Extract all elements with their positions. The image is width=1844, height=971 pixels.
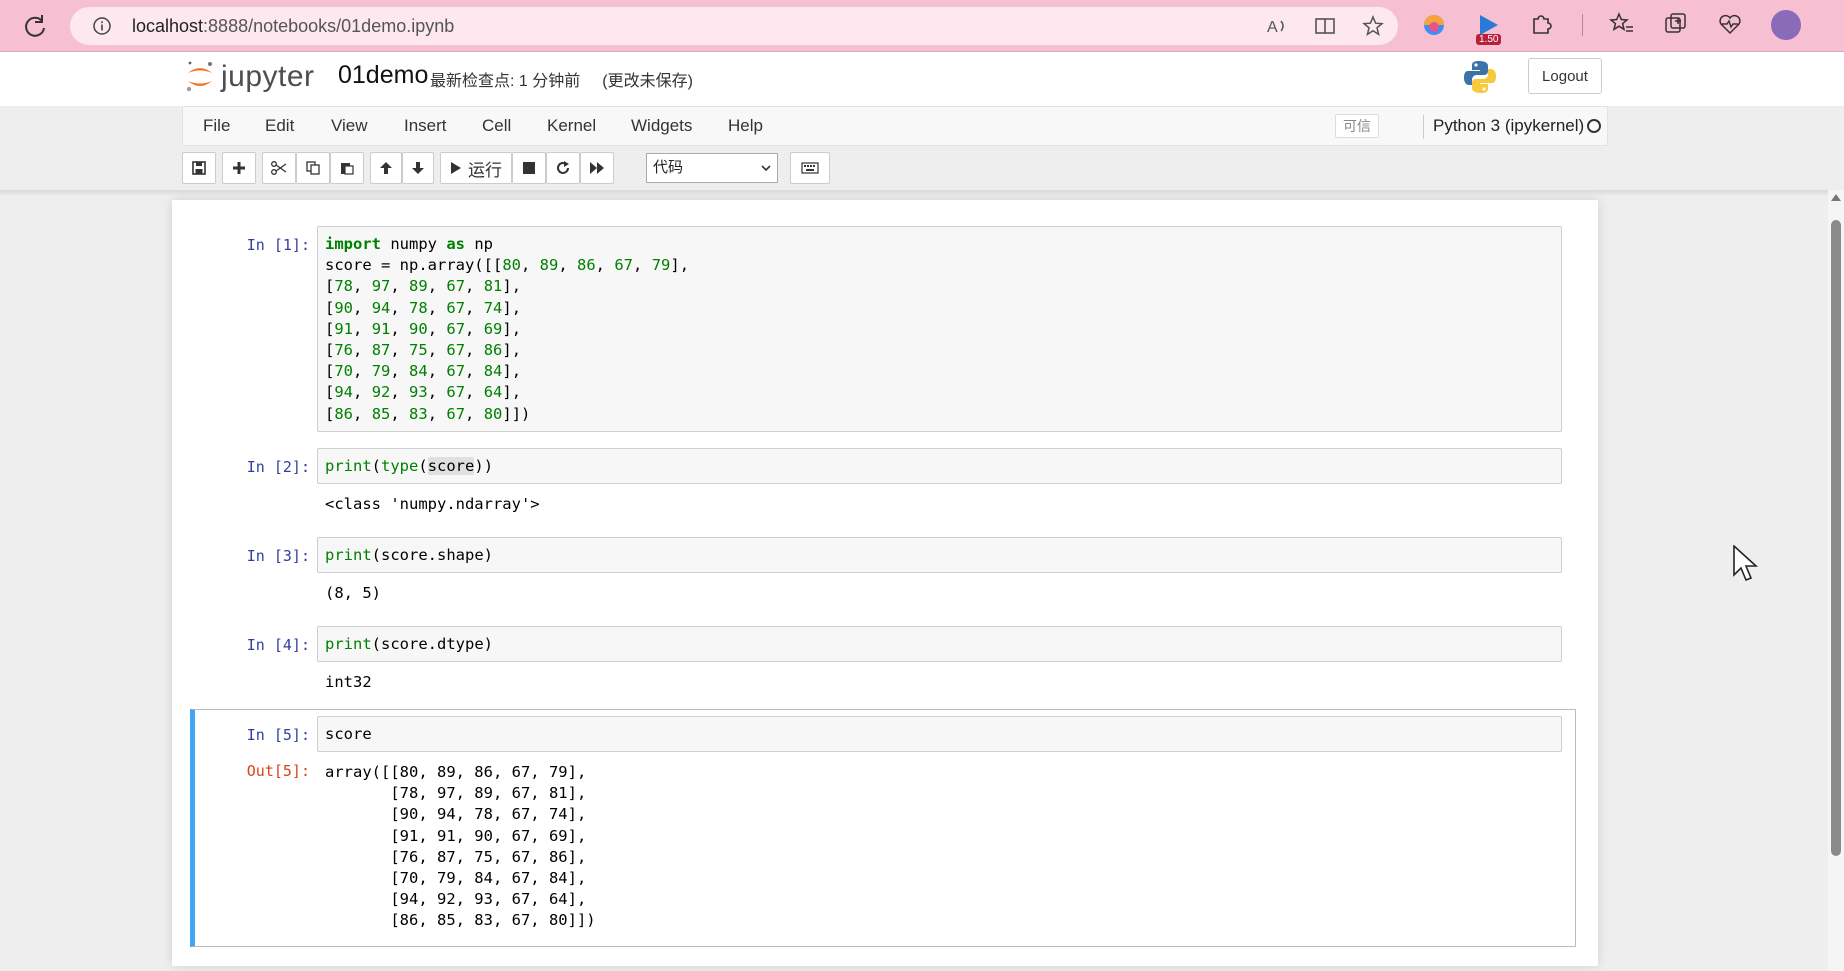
extension-video-speed-icon[interactable]: 1.50 [1474,11,1502,45]
code-input[interactable]: score [317,716,1562,752]
menu-edit[interactable]: Edit [265,116,294,136]
paste-button[interactable] [330,152,364,184]
unsaved-status: (更改未保存) [602,73,693,90]
trusted-indicator[interactable]: 可信 [1335,114,1379,138]
save-button[interactable] [182,152,216,184]
fast-forward-icon [590,162,604,174]
favorite-star-icon[interactable] [1362,15,1384,37]
restart-run-all-button[interactable] [580,152,614,184]
code-text: score [325,725,372,743]
python-logo-icon [1462,59,1498,100]
page-scrollbar[interactable] [1828,190,1844,971]
jupyter-logo-icon [186,61,212,92]
favorites-icon[interactable] [1609,11,1637,39]
menu-insert[interactable]: Insert [404,116,447,136]
address-bar[interactable]: localhost:8888/notebooks/01demo.ipynb A [70,7,1398,45]
reload-icon[interactable] [20,12,50,42]
keyboard-icon [801,162,819,174]
code-cell-4[interactable]: In [4]: print(score.dtype) int32 [190,626,1576,696]
extensions-puzzle-icon[interactable] [1528,11,1556,39]
run-button[interactable]: 运行 [440,152,512,184]
url-text[interactable]: localhost:8888/notebooks/01demo.ipynb [132,16,454,37]
scroll-up-arrow-icon[interactable] [1831,194,1841,201]
play-icon [451,162,461,174]
plus-icon [233,162,245,174]
code-text: import numpy as np score = np.array([[80… [325,235,690,423]
insert-cell-button[interactable] [222,152,256,184]
kernel-idle-indicator [1587,119,1601,133]
code-input[interactable]: print(type(score)) [317,448,1562,484]
code-cell-3[interactable]: In [3]: print(score.shape) (8, 5) [190,537,1576,607]
menu-kernel[interactable]: Kernel [547,116,596,136]
jupyter-header: jupyter 01demo 最新检查点: 1 分钟前 (更改未保存) Logou… [0,52,1844,106]
cell-output: array([[80, 89, 86, 67, 79], [78, 97, 89… [325,763,596,930]
logout-button[interactable]: Logout [1528,58,1602,94]
arrow-down-icon [412,162,424,174]
notebook-title[interactable]: 01demo [338,61,428,90]
restart-kernel-button[interactable] [546,152,580,184]
site-info-icon[interactable] [92,16,112,41]
extension-copilot-icon[interactable] [1420,11,1448,39]
header-shadow [0,190,1844,196]
menu-help[interactable]: Help [728,116,763,136]
arrow-up-icon [380,162,392,174]
code-cell-2[interactable]: In [2]: print(type(score)) <class 'numpy… [190,448,1576,518]
paste-icon [341,163,354,175]
read-aloud-icon[interactable]: A [1266,15,1288,37]
code-cell-5-selected[interactable]: In [5]: score Out[5]: array([[80, 89, 86… [190,709,1576,947]
menu-file[interactable]: File [203,116,230,136]
in-prompt: In [1]: [246,236,310,254]
out-prompt: Out[5]: [246,762,310,780]
toolbar-separator [1582,14,1583,36]
copy-button[interactable] [296,152,330,184]
jupyter-logo[interactable]: jupyter [185,59,315,95]
profile-avatar[interactable] [1771,10,1801,40]
code-text: print(type(score)) [325,457,494,475]
interrupt-kernel-button[interactable] [512,152,546,184]
copy-icon [306,161,320,175]
cell-output: (8, 5) [325,584,381,602]
code-cell-1[interactable]: In [1]: import numpy as np score = np.ar… [190,226,1576,434]
kernel-name[interactable]: Python 3 (ipykernel) [1433,116,1584,136]
scissors-icon [271,161,287,175]
checkpoint-status: 最新检查点: 1 分钟前 (更改未保存) [430,73,693,90]
stop-icon [523,162,535,174]
in-prompt: In [5]: [246,726,310,744]
menu-cell[interactable]: Cell [482,116,511,136]
cell-output: int32 [325,673,372,691]
move-up-button[interactable] [370,152,402,184]
menu-view[interactable]: View [331,116,368,136]
menu-widgets[interactable]: Widgets [631,116,692,136]
in-prompt: In [3]: [246,547,310,565]
in-prompt: In [4]: [246,636,310,654]
kernel-separator [1423,115,1424,139]
code-input[interactable]: print(score.dtype) [317,626,1562,662]
menubar: File Edit View Insert Cell Kernel Widget… [182,106,1608,146]
in-prompt: In [2]: [246,458,310,476]
cell-output: <class 'numpy.ndarray'> [325,495,540,513]
browser-toolbar: localhost:8888/notebooks/01demo.ipynb A … [0,0,1844,52]
cell-type-select[interactable]: 代码 [646,153,778,183]
collections-icon[interactable] [1663,11,1691,39]
restart-icon [557,161,569,174]
scrollbar-thumb[interactable] [1831,220,1841,856]
code-text: print(score.dtype) [325,635,493,653]
code-input[interactable]: print(score.shape) [317,537,1562,573]
mouse-pointer-icon [1733,544,1759,590]
move-down-button[interactable] [402,152,434,184]
browser-health-icon[interactable] [1717,11,1745,39]
split-screen-icon[interactable] [1314,15,1336,37]
save-icon [192,161,206,175]
svg-text:A: A [1267,19,1278,36]
code-text: print(score.shape) [325,546,493,564]
code-input[interactable]: import numpy as np score = np.array([[80… [317,226,1562,432]
command-palette-button[interactable] [790,152,830,184]
cut-button[interactable] [262,152,296,184]
chevron-down-icon [761,165,771,172]
